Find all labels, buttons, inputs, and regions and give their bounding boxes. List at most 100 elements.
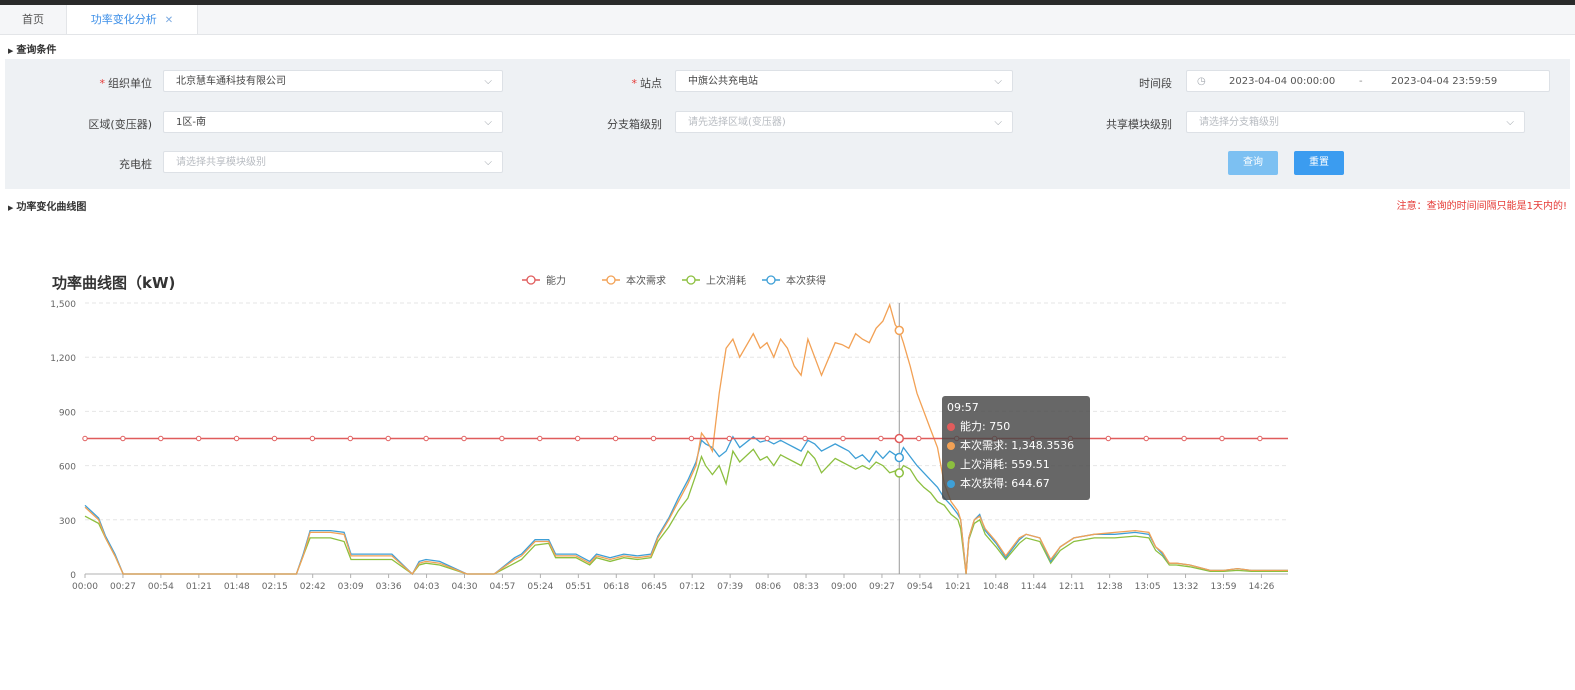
capacity-point <box>233 435 240 442</box>
query-section-title: 查询条件 <box>16 45 57 56</box>
reset-button[interactable]: 重置 <box>1294 151 1344 175</box>
station-label: * 站点 <box>631 77 663 90</box>
org-label: * 组织单位 <box>99 77 153 90</box>
capacity-point <box>82 435 88 442</box>
capacity-point <box>309 435 316 442</box>
area-value: 1区-南 <box>176 117 206 128</box>
org-value: 北京慧车通科技有限公司 <box>176 76 286 87</box>
legend-marker <box>766 275 776 285</box>
capacity-point <box>385 435 391 442</box>
pile-placeholder: 请选择共享模块级别 <box>176 157 266 168</box>
capacity-point <box>196 435 202 442</box>
x-tick-label: 13:05 <box>1135 582 1161 592</box>
capacity-point <box>537 435 543 442</box>
branch-placeholder: 请先选择区域(变压器) <box>688 117 786 128</box>
capacity-point <box>612 435 619 442</box>
time-separator: - <box>1359 76 1363 87</box>
capacity-point <box>120 435 126 442</box>
tab-power-analysis-label: 功率变化分析 <box>90 13 157 26</box>
x-tick-label: 13:59 <box>1211 582 1237 592</box>
x-tick-label: 13:32 <box>1173 582 1199 592</box>
y-tick-label: 0 <box>70 571 76 581</box>
capacity-point <box>423 435 429 442</box>
x-tick-label: 09:27 <box>869 582 895 592</box>
shared-placeholder: 请选择分支箱级别 <box>1199 117 1279 128</box>
pile-label: 充电桩 <box>119 158 152 171</box>
legend-marker <box>526 275 536 285</box>
x-tick-label: 04:03 <box>414 582 440 592</box>
x-tick-label: 06:45 <box>641 582 667 592</box>
capacity-point <box>1219 435 1225 442</box>
pile-select[interactable]: 请选择共享模块级别 ⌵ <box>163 151 503 173</box>
branch-label: 分支箱级别 <box>607 118 662 131</box>
shared-select[interactable]: 请选择分支箱级别 ⌵ <box>1186 111 1525 133</box>
x-tick-label: 05:51 <box>565 582 591 592</box>
time-range-picker[interactable]: ◷ 2023-04-04 00:00:00 - 2023-04-04 23:59… <box>1186 70 1550 92</box>
station-value: 中旗公共充电站 <box>688 76 758 87</box>
x-tick-label: 00:27 <box>110 582 136 592</box>
chevron-down-icon: ⌵ <box>994 76 1002 87</box>
x-tick-label: 10:21 <box>945 582 971 592</box>
capacity-point <box>688 435 695 442</box>
capacity-point <box>1143 435 1149 442</box>
tab-power-analysis[interactable]: 功率变化分析 ✕ <box>66 5 198 34</box>
shared-label: 共享模块级别 <box>1106 118 1172 131</box>
x-tick-label: 07:39 <box>717 582 743 592</box>
chevron-down-icon: ⌵ <box>484 76 492 87</box>
station-select[interactable]: 中旗公共充电站 ⌵ <box>675 70 1013 92</box>
x-tick-label: 05:24 <box>527 582 553 592</box>
x-tick-label: 08:33 <box>793 582 819 592</box>
x-tick-label: 08:06 <box>755 582 781 592</box>
capacity-point <box>1257 435 1263 442</box>
tooltip-time: 09:57 <box>947 401 979 414</box>
legend-label: 能力 <box>546 274 566 287</box>
tooltip-row: 本次需求: 1,348.3536 <box>947 436 1085 455</box>
close-icon[interactable]: ✕ <box>165 15 173 26</box>
capacity-point <box>271 435 278 442</box>
branch-select[interactable]: 请先选择区域(变压器) ⌵ <box>675 111 1013 133</box>
query-button[interactable]: 查询 <box>1228 151 1278 175</box>
x-tick-label: 06:18 <box>603 582 629 592</box>
x-tick-label: 11:44 <box>1021 582 1047 592</box>
x-tick-label: 12:38 <box>1097 582 1123 592</box>
series-line-3 <box>84 435 1288 576</box>
clock-icon: ◷ <box>1197 76 1206 87</box>
x-tick-label: 02:42 <box>300 582 326 592</box>
x-tick-label: 09:00 <box>831 582 857 592</box>
chevron-down-icon: ⌵ <box>484 117 492 128</box>
capacity-point <box>347 435 353 442</box>
tab-bar: 首页 功率变化分析 ✕ <box>0 5 1575 35</box>
y-tick-label: 300 <box>59 517 76 527</box>
area-select[interactable]: 1区-南 ⌵ <box>163 111 503 133</box>
capacity-point <box>916 435 922 442</box>
x-tick-label: 04:30 <box>452 582 478 592</box>
capacity-point <box>158 435 164 442</box>
y-tick-label: 1,500 <box>50 300 76 310</box>
x-tick-label: 09:54 <box>907 582 933 592</box>
chevron-down-icon: ⌵ <box>994 117 1002 128</box>
x-tick-label: 00:00 <box>72 582 98 592</box>
y-tick-label: 600 <box>59 463 76 473</box>
x-tick-label: 07:12 <box>679 582 705 592</box>
capacity-point <box>802 435 808 442</box>
query-section-header: ▶ 查询条件 <box>8 41 56 56</box>
x-tick-label: 02:15 <box>262 582 288 592</box>
time-end: 2023-04-04 23:59:59 <box>1391 76 1498 87</box>
x-tick-label: 01:48 <box>224 582 250 592</box>
capacity-point <box>461 435 467 442</box>
org-select[interactable]: 北京慧车通科技有限公司 ⌵ <box>163 70 503 92</box>
legend-label: 本次获得 <box>786 274 826 287</box>
triangle-icon: ▶ <box>8 47 14 55</box>
hover-point <box>894 325 905 336</box>
hover-point <box>894 452 905 463</box>
y-tick-label: 900 <box>59 408 76 418</box>
legend-marker <box>686 275 696 285</box>
chart-tooltip: 09:57 能力: 750 本次需求: 1,348.3536 上次消耗: 559… <box>942 396 1090 500</box>
tab-home[interactable]: 首页 <box>0 5 66 34</box>
time-start: 2023-04-04 00:00:00 <box>1229 76 1336 87</box>
tooltip-row: 本次获得: 644.67 <box>947 474 1085 493</box>
x-tick-label: 12:11 <box>1059 582 1085 592</box>
legend-label: 上次消耗 <box>706 274 746 287</box>
legend-marker <box>606 275 616 285</box>
area-label: 区域(变压器) <box>88 118 152 131</box>
